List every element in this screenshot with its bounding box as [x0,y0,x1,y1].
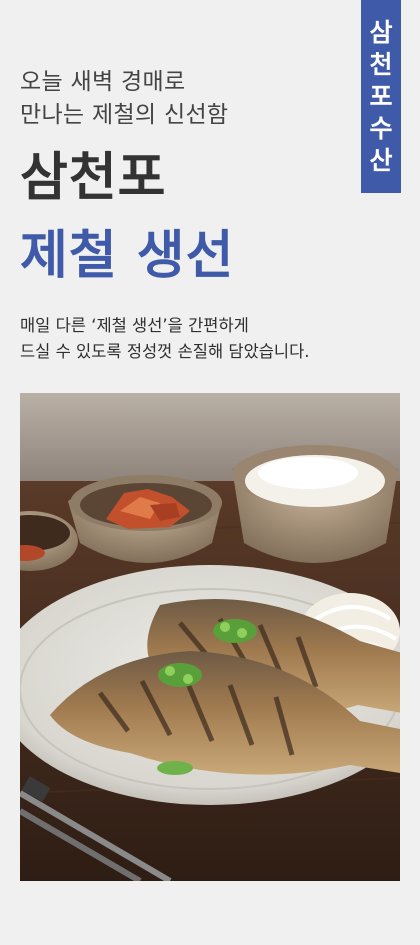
brand-badge-char: 삼 [369,17,393,47]
page: 삼 천 포 수 산 오늘 새벽 경매로 만나는 제철의 신선함 삼천포 제철 생… [0,0,420,945]
grilled-fish-photo [20,393,400,881]
rice-bowl [232,445,398,563]
brand-badge-char: 포 [369,81,393,111]
description: 매일 다른 ‘제철 생선’을 간편하게 드실 수 있도록 정성껏 손질해 담았습… [20,313,310,365]
page-title: 삼천포 [20,148,167,208]
page-subtitle: 제철 생선 [20,226,235,286]
intro-line: 만나는 제철의 신선함 [20,102,229,128]
brand-badge-char: 수 [369,113,393,143]
intro-line: 오늘 새벽 경매로 [20,69,186,95]
description-line: 드실 수 있도록 정성껏 손질해 담았습니다. [20,342,310,361]
brand-badge-char: 산 [369,145,393,175]
brand-badge-char: 천 [369,49,393,79]
brand-badge: 삼 천 포 수 산 [361,0,401,193]
description-line: 매일 다른 ‘제철 생선’을 간편하게 [20,316,249,335]
intro-text: 오늘 새벽 경매로 만나는 제철의 신선함 [20,66,228,132]
